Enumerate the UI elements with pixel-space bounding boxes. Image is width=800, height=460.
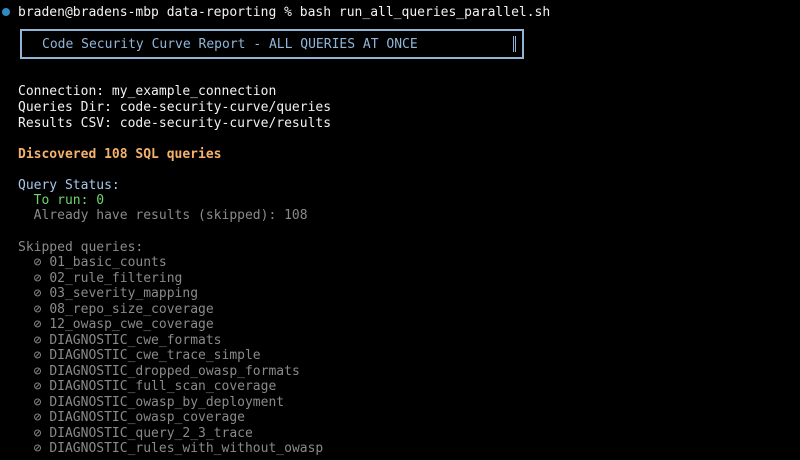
skipped-query-name: 03_severity_mapping xyxy=(49,286,199,301)
report-banner: Code Security Curve Report - ALL QUERIES… xyxy=(20,29,524,59)
skipped-query-item: ⊘ DIAGNOSTIC_owasp_coverage xyxy=(18,410,245,426)
skipped-icon: ⊘ xyxy=(33,286,42,301)
command-prompt-line: braden@bradens-mbp data-reporting % bash… xyxy=(18,5,551,20)
skipped-icon: ⊘ xyxy=(33,348,42,363)
skipped-query-item: ⊘ DIAGNOSTIC_rules_with_without_owasp xyxy=(18,441,324,457)
results-csv-line: Results CSV: code-security-curve/results xyxy=(18,116,332,131)
skipped-icon: ⊘ xyxy=(33,317,42,332)
skipped-query-item: ⊘ DIAGNOSTIC_cwe_formats xyxy=(18,333,222,349)
skipped-query-item: ⊘ DIAGNOSTIC_dropped_owasp_formats xyxy=(18,364,300,380)
skipped-icon: ⊘ xyxy=(33,410,42,425)
skipped-icon: ⊘ xyxy=(33,363,42,379)
skipped-icon: ⊘ xyxy=(33,379,42,394)
skipped-icon: ⊘ xyxy=(33,255,42,270)
skipped-query-name: DIAGNOSTIC_cwe_formats xyxy=(49,332,222,348)
banner-title: Code Security Curve Report - ALL QUERIES… xyxy=(42,37,418,52)
skipped-query-name: DIAGNOSTIC_dropped_owasp_formats xyxy=(49,363,300,379)
skipped-query-name: DIAGNOSTIC_cwe_trace_simple xyxy=(49,348,261,363)
skipped-query-item: ⊘ 01_basic_counts xyxy=(18,255,167,271)
skipped-icon: ⊘ xyxy=(33,332,42,348)
skipped-query-name: 02_rule_filtering xyxy=(49,270,183,286)
query-status-header: Query Status: xyxy=(18,178,120,193)
skipped-icon: ⊘ xyxy=(33,394,42,410)
to-run-line: To run: 0 xyxy=(18,193,105,208)
banner-edge-decoration xyxy=(513,36,516,52)
skipped-query-name: DIAGNOSTIC_full_scan_coverage xyxy=(49,379,277,394)
connection-line: Connection: my_example_connection xyxy=(18,84,277,99)
skipped-query-item: ⊘ DIAGNOSTIC_full_scan_coverage xyxy=(18,379,277,395)
skipped-query-name: DIAGNOSTIC_rules_with_without_owasp xyxy=(49,441,324,456)
skipped-query-item: ⊘ DIAGNOSTIC_query_2_3_trace xyxy=(18,426,253,442)
skipped-icon: ⊘ xyxy=(33,301,42,317)
skipped-query-name: 01_basic_counts xyxy=(49,255,167,270)
skipped-query-name: DIAGNOSTIC_owasp_by_deployment xyxy=(49,394,285,410)
skipped-count-line: Already have results (skipped): 108 xyxy=(18,208,308,223)
skipped-query-item: ⊘ 12_owasp_cwe_coverage xyxy=(18,317,214,333)
skipped-queries-header: Skipped queries: xyxy=(18,240,144,255)
skipped-query-item: ⊘ 03_severity_mapping xyxy=(18,286,198,302)
skipped-icon: ⊘ xyxy=(33,441,42,456)
queries-dir-line: Queries Dir: code-security-curve/queries xyxy=(18,100,332,115)
skipped-query-name: 12_owasp_cwe_coverage xyxy=(49,317,214,332)
skipped-query-item: ⊘ DIAGNOSTIC_owasp_by_deployment xyxy=(18,395,284,411)
skipped-query-item: ⊘ DIAGNOSTIC_cwe_trace_simple xyxy=(18,348,261,364)
terminal-window[interactable]: braden@bradens-mbp data-reporting % bash… xyxy=(0,0,800,460)
skipped-icon: ⊘ xyxy=(33,425,42,441)
skipped-query-name: DIAGNOSTIC_owasp_coverage xyxy=(49,410,245,425)
skipped-icon: ⊘ xyxy=(33,270,42,286)
discovered-queries-line: Discovered 108 SQL queries xyxy=(18,147,222,162)
prompt-status-dot xyxy=(2,8,10,16)
skipped-query-item: ⊘ 08_repo_size_coverage xyxy=(18,302,214,318)
skipped-query-name: 08_repo_size_coverage xyxy=(49,301,214,317)
skipped-query-item: ⊘ 02_rule_filtering xyxy=(18,270,183,287)
skipped-query-name: DIAGNOSTIC_query_2_3_trace xyxy=(49,425,253,441)
